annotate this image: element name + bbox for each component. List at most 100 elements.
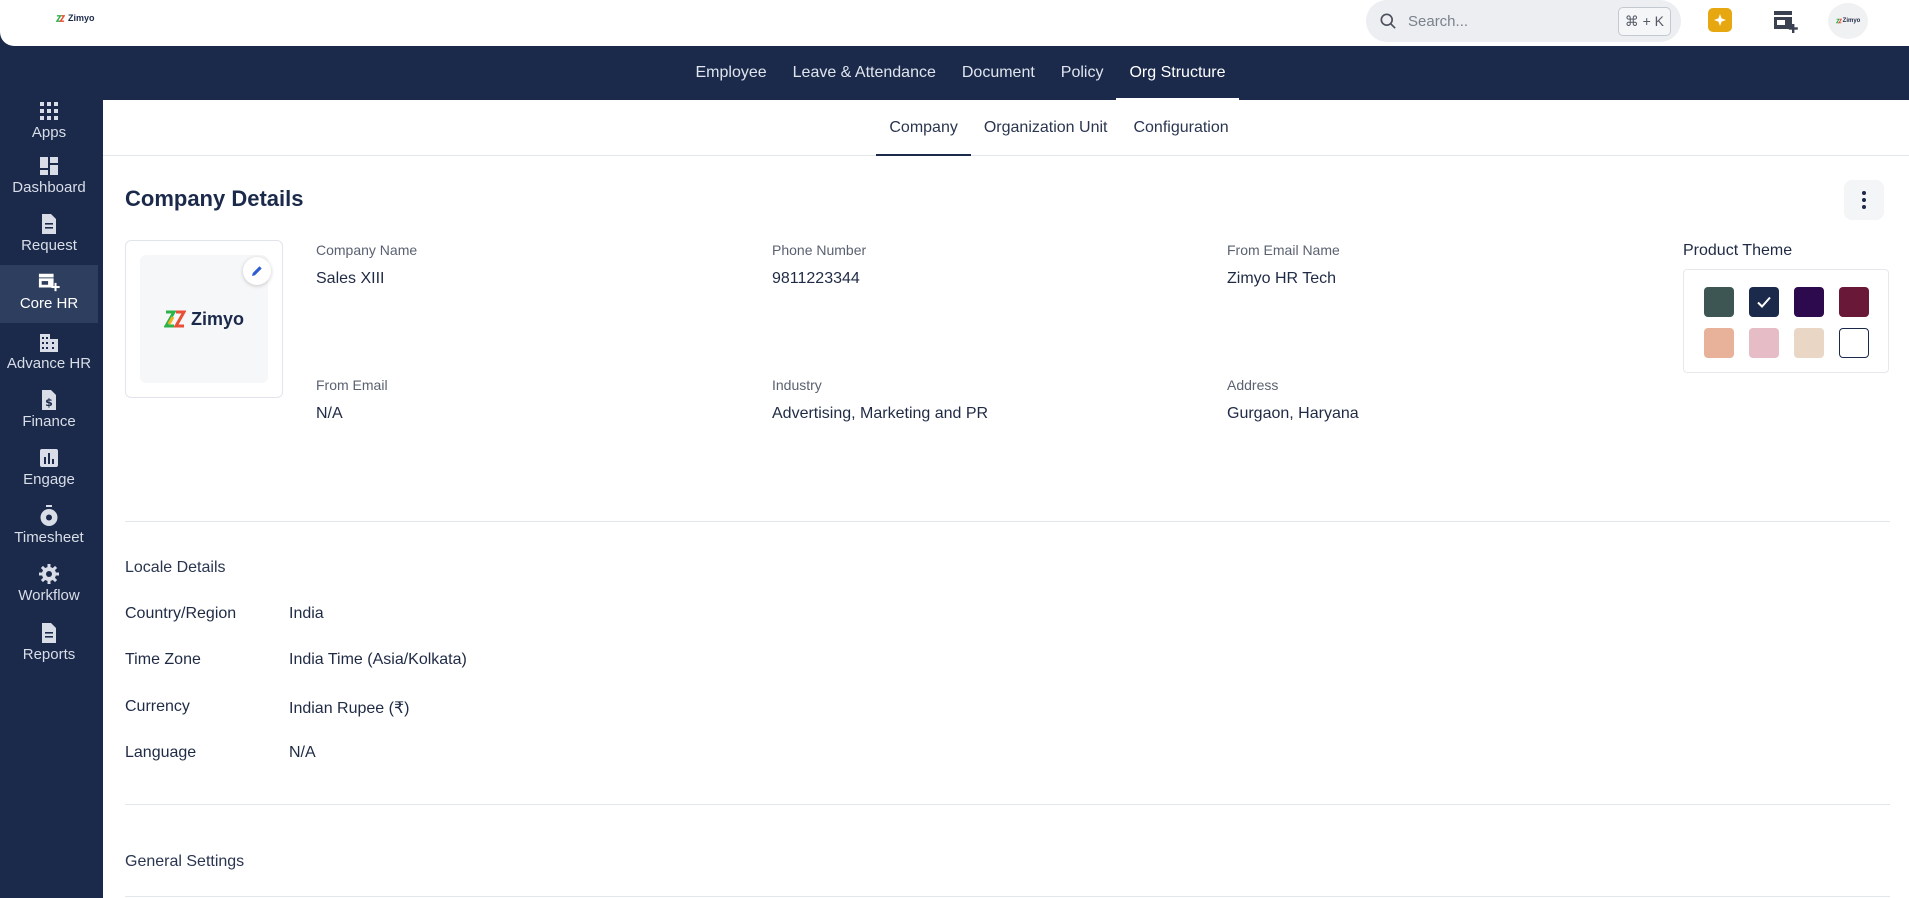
theme-swatch[interactable] [1749, 287, 1779, 317]
app-logo[interactable]: Zimyo [56, 13, 95, 23]
theme-swatch[interactable] [1704, 287, 1734, 317]
main-nav-policy[interactable]: Policy [1048, 46, 1117, 100]
general-settings-title: General Settings [125, 853, 245, 870]
app-logo-text: Zimyo [68, 13, 95, 23]
company-logo-text: Zimyo [190, 308, 244, 329]
sidebar-item-label: Finance [22, 413, 76, 430]
field-label: Industry [772, 377, 822, 393]
field-value: Sales XIII [316, 270, 385, 287]
field-value: 9811223344 [772, 270, 860, 287]
tab-company[interactable]: Company [876, 100, 971, 156]
main-nav-document[interactable]: Document [949, 46, 1048, 100]
field-label: Company Name [316, 242, 418, 258]
sidebar-item-finance[interactable]: $ Finance [0, 389, 98, 445]
sub-nav: Company Organization Unit Configuration [103, 100, 1909, 156]
tab-configuration[interactable]: Configuration [1120, 100, 1241, 156]
sidebar-item-label: Apps [31, 124, 67, 141]
store-add-icon [38, 273, 60, 292]
main-nav-bar: Employee Leave & Attendance Document Pol… [0, 32, 1909, 100]
sidebar-item-advance-hr[interactable]: Advance HR [0, 331, 98, 387]
field-from-email-name: From Email Name Zimyo HR Tech [1227, 242, 1340, 288]
user-avatar[interactable]: Zimyo [1828, 3, 1868, 39]
theme-swatch[interactable] [1839, 328, 1869, 358]
field-label: From Email Name [1227, 242, 1340, 258]
search-bar[interactable]: Search... ⌘ + K [1366, 0, 1681, 42]
field-phone-number: Phone Number 9811223344 [772, 242, 866, 288]
company-logo-card: Zimyo [125, 240, 283, 398]
main-nav-employee[interactable]: Employee [682, 46, 779, 100]
more-dot [1862, 198, 1866, 202]
sidebar-item-timesheet[interactable]: Timesheet [0, 505, 98, 561]
timer-icon [40, 505, 58, 526]
field-label: Phone Number [772, 242, 867, 258]
locale-row-timezone: Time Zone India Time (Asia/Kolkata) [125, 651, 725, 673]
divider [125, 521, 1890, 522]
locale-row-country: Country/Region India [125, 605, 725, 627]
theme-swatch[interactable] [1794, 328, 1824, 358]
zimyo-logo-icon [163, 310, 186, 328]
sidebar-item-label: Timesheet [14, 529, 84, 546]
search-input[interactable]: Search... [1408, 13, 1608, 30]
field-industry: Industry Advertising, Marketing and PR [772, 377, 988, 423]
locale-key: Time Zone [125, 651, 201, 668]
main-nav: Employee Leave & Attendance Document Pol… [0, 46, 1909, 100]
sidebar-item-core-hr[interactable]: Core HR [0, 265, 98, 323]
more-options-button[interactable] [1844, 180, 1884, 220]
building-icon [40, 334, 58, 352]
main-nav-leave-attendance[interactable]: Leave & Attendance [780, 46, 949, 100]
report-icon [42, 623, 56, 643]
locale-value: Indian Rupee (₹) [289, 700, 410, 717]
field-from-email: From Email N/A [316, 377, 388, 423]
sidebar-item-label: Request [21, 237, 77, 254]
locale-value: India [289, 605, 324, 622]
tab-organization-unit[interactable]: Organization Unit [971, 100, 1121, 156]
sidebar-item-label: Dashboard [12, 179, 86, 196]
main-content: Company Details Zimyo Company Name Sales… [103, 156, 1909, 898]
sidebar-item-workflow[interactable]: Workflow [0, 563, 98, 619]
page-title: Company Details [125, 186, 304, 211]
sidebar-item-dashboard[interactable]: Dashboard [0, 155, 98, 211]
field-address: Address Gurgaon, Haryana [1227, 377, 1359, 423]
field-label: Address [1227, 377, 1279, 393]
main-nav-org-structure[interactable]: Org Structure [1116, 46, 1239, 100]
check-icon [1757, 296, 1771, 308]
locale-value: N/A [289, 744, 316, 761]
locale-section-title: Locale Details [125, 559, 226, 576]
sidebar-item-reports[interactable]: Reports [0, 622, 98, 678]
field-value: Zimyo HR Tech [1227, 270, 1337, 287]
store-add-icon [1774, 11, 1798, 33]
more-dot [1862, 191, 1866, 195]
theme-swatch[interactable] [1794, 287, 1824, 317]
sidebar-item-label: Workflow [18, 587, 80, 604]
theme-swatch[interactable] [1704, 328, 1734, 358]
field-label: From Email [316, 377, 388, 393]
sidebar-item-apps[interactable]: Apps [0, 100, 98, 156]
dashboard-icon [40, 157, 58, 175]
gear-icon [39, 564, 59, 584]
theme-swatch[interactable] [1749, 328, 1779, 358]
sparkle-icon [1714, 14, 1726, 26]
locale-key: Language [125, 744, 197, 761]
locale-value: India Time (Asia/Kolkata) [289, 651, 467, 668]
svg-text:$: $ [45, 396, 53, 409]
divider [125, 804, 1890, 805]
theme-swatch-grid [1683, 269, 1889, 373]
product-theme: Product Theme [1683, 242, 1889, 373]
divider [125, 896, 1890, 897]
sidebar-item-engage[interactable]: Engage [0, 447, 98, 503]
zimyo-logo-icon [56, 14, 65, 22]
field-value: Advertising, Marketing and PR [772, 405, 989, 422]
locale-key: Currency [125, 698, 190, 715]
sidebar-item-label: Core HR [19, 295, 79, 312]
add-store-button[interactable] [1772, 8, 1800, 34]
field-value: Gurgaon, Haryana [1227, 405, 1359, 422]
sidebar-item-label: Engage [23, 471, 75, 488]
ai-assistant-button[interactable] [1708, 8, 1732, 32]
pencil-icon [252, 266, 262, 276]
sidebar: Apps Dashboard Request Core HR Advance H… [0, 100, 103, 898]
theme-swatch[interactable] [1839, 287, 1869, 317]
sidebar-item-request[interactable]: Request [0, 213, 98, 269]
search-shortcut-badge: ⌘ + K [1617, 6, 1671, 36]
bar-chart-icon [40, 449, 58, 467]
edit-logo-button[interactable] [243, 257, 271, 285]
